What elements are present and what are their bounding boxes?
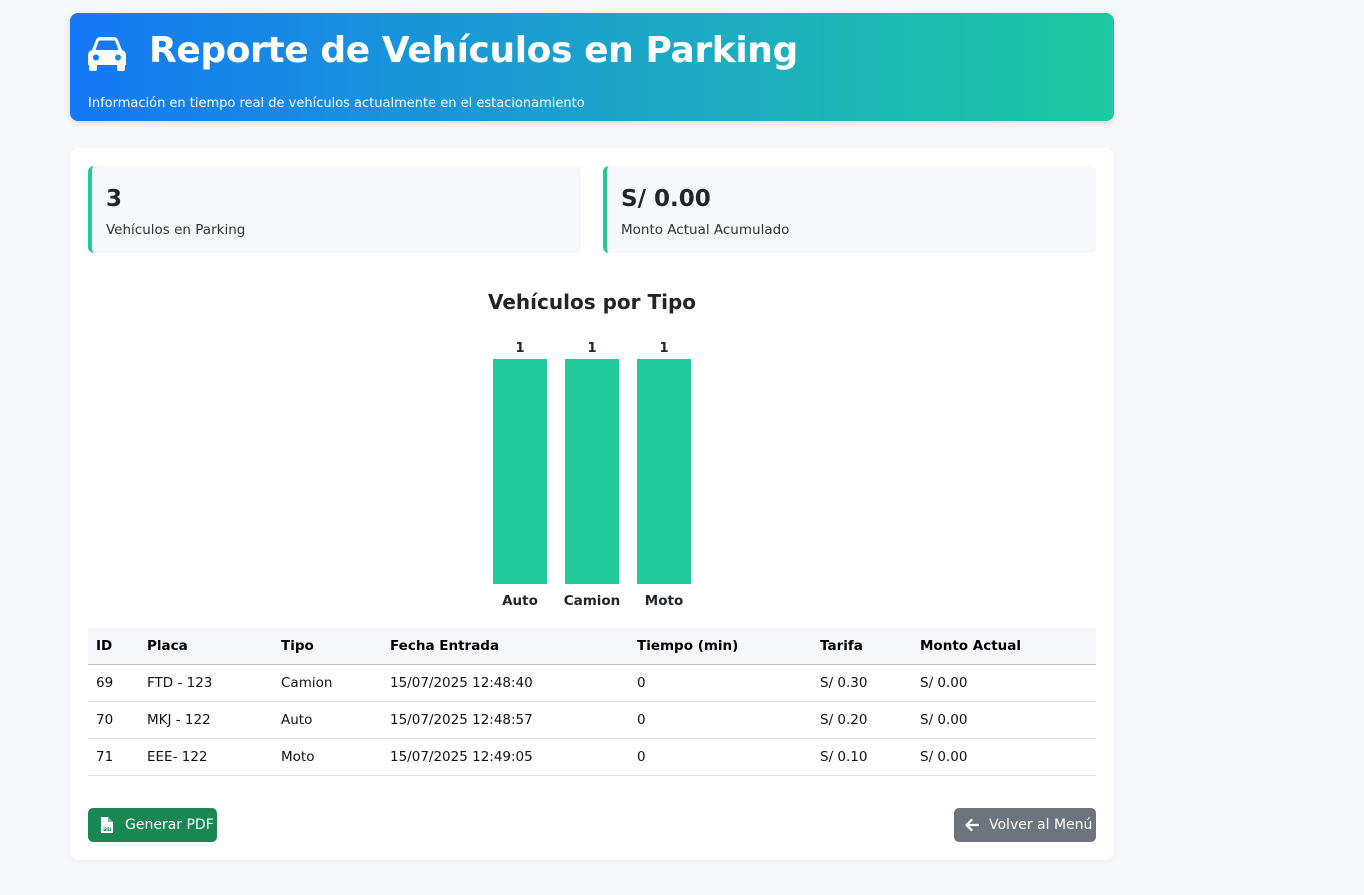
stat-total-amount: S/ 0.00 Monto Actual Acumulado [603, 166, 1096, 253]
bar-moto [637, 359, 691, 584]
vehicles-table: ID Placa Tipo Fecha Entrada Tiempo (min)… [88, 628, 1096, 776]
column-header-tiempo: Tiempo (min) [629, 628, 812, 665]
page-title: Reporte de Vehículos en Parking [149, 30, 798, 71]
column-header-monto-actual: Monto Actual [912, 628, 1096, 665]
data-label-moto: 1 [659, 341, 668, 356]
cell-id: 69 [88, 664, 139, 702]
stat-value: S/ 0.00 [621, 186, 711, 212]
cell-tipo: Moto [273, 738, 382, 776]
vehicles-by-type-chart: 1 Auto 1 Camion 1 Moto [493, 341, 691, 609]
cell-id: 70 [88, 701, 139, 739]
bar-auto [493, 359, 547, 584]
column-header-id: ID [88, 628, 139, 665]
data-label-auto: 1 [515, 341, 524, 356]
file-pdf-icon: PDF [101, 817, 113, 833]
cell-tiempo: 0 [629, 664, 812, 702]
cell-id: 71 [88, 738, 139, 776]
generate-pdf-button[interactable]: PDF Generar PDF [88, 808, 217, 842]
page-subtitle: Información en tiempo real de vehículos … [88, 96, 585, 111]
column-header-tipo: Tipo [273, 628, 382, 665]
cell-fecha-entrada: 15/07/2025 12:48:40 [382, 664, 629, 702]
data-label-camion: 1 [587, 341, 596, 356]
cell-placa: MKJ - 122 [139, 701, 273, 739]
car-icon [88, 37, 126, 71]
table-row: 71 EEE- 122 Moto 15/07/2025 12:49:05 0 S… [88, 738, 1096, 776]
bar-camion [565, 359, 619, 584]
column-header-placa: Placa [139, 628, 273, 665]
cell-tiempo: 0 [629, 701, 812, 739]
stat-label: Monto Actual Acumulado [621, 222, 790, 238]
column-header-fecha-entrada: Fecha Entrada [382, 628, 629, 665]
table-header-row: ID Placa Tipo Fecha Entrada Tiempo (min)… [88, 628, 1096, 665]
cell-monto-actual: S/ 0.00 [912, 701, 1096, 739]
chart-title: Vehículos por Tipo [487, 290, 697, 314]
x-tick-label-moto: Moto [645, 593, 683, 609]
cell-placa: EEE- 122 [139, 738, 273, 776]
cell-fecha-entrada: 15/07/2025 12:49:05 [382, 738, 629, 776]
arrow-left-icon [965, 818, 979, 832]
column-header-tarifa: Tarifa [812, 628, 912, 665]
cell-tipo: Camion [273, 664, 382, 702]
report-header: Reporte de Vehículos en Parking Informac… [70, 13, 1114, 121]
svg-text:PDF: PDF [103, 826, 112, 831]
cell-monto-actual: S/ 0.00 [912, 738, 1096, 776]
cell-fecha-entrada: 15/07/2025 12:48:57 [382, 701, 629, 739]
back-to-menu-label: Volver al Menú [989, 817, 1093, 833]
table-row: 69 FTD - 123 Camion 15/07/2025 12:48:40 … [88, 664, 1096, 702]
cell-placa: FTD - 123 [139, 664, 273, 702]
cell-tarifa: S/ 0.30 [812, 664, 912, 702]
stat-label: Vehículos en Parking [106, 222, 246, 238]
x-tick-label-camion: Camion [564, 593, 621, 609]
stat-value: 3 [106, 186, 123, 212]
table-row: 70 MKJ - 122 Auto 15/07/2025 12:48:57 0 … [88, 701, 1096, 739]
back-to-menu-button[interactable]: Volver al Menú [954, 808, 1096, 842]
cell-monto-actual: S/ 0.00 [912, 664, 1096, 702]
report-card: 3 Vehículos en Parking S/ 0.00 Monto Act… [70, 148, 1114, 860]
stat-vehicles-count: 3 Vehículos en Parking [88, 166, 581, 253]
cell-tiempo: 0 [629, 738, 812, 776]
cell-tipo: Auto [273, 701, 382, 739]
cell-tarifa: S/ 0.20 [812, 701, 912, 739]
cell-tarifa: S/ 0.10 [812, 738, 912, 776]
x-tick-label-auto: Auto [502, 593, 538, 609]
generate-pdf-label: Generar PDF [125, 817, 214, 833]
